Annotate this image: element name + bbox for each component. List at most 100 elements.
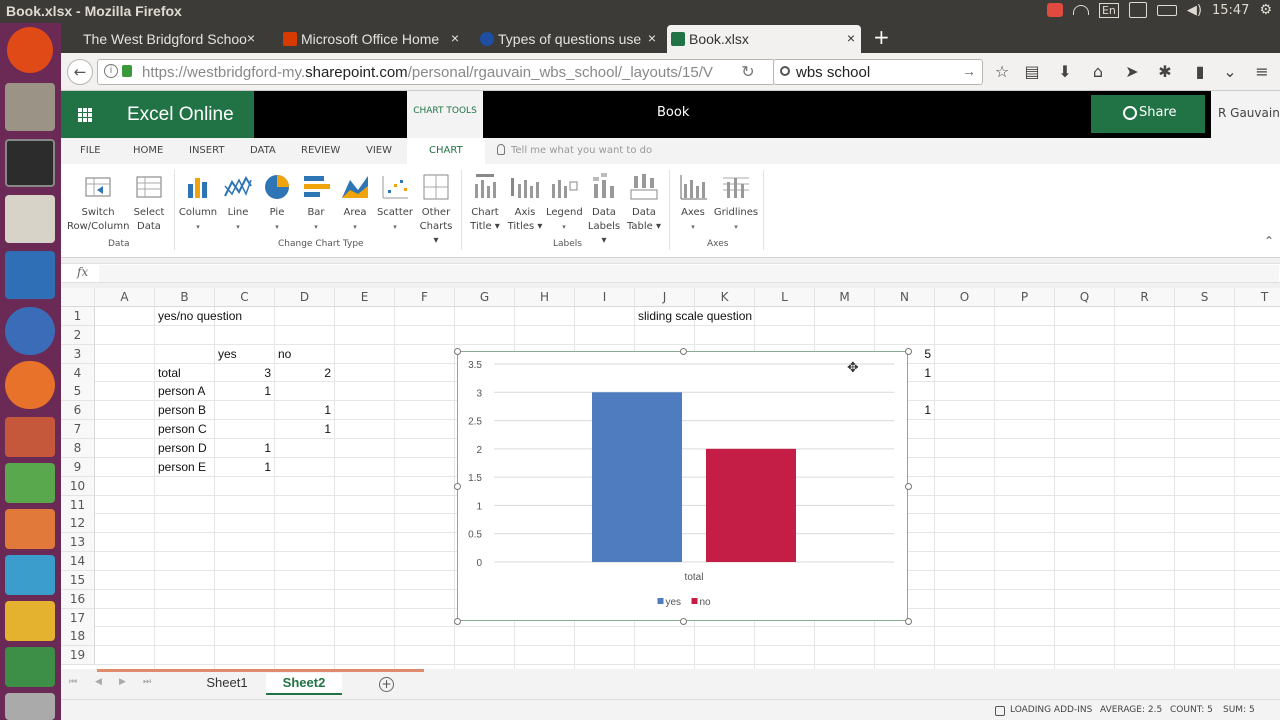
column-header[interactable]: C [215, 288, 275, 307]
select-data-button[interactable]: Select Data [131, 172, 167, 234]
sheet-tab-sheet1[interactable]: Sheet1 [189, 673, 265, 695]
spreadsheet-grid[interactable]: A B C D E F G H I J K L M N O P Q R S T 1 2 3 4 5 6 7 8 9 10 11 12 13 14 1… [61, 288, 1280, 669]
cell-b7[interactable]: person C [158, 420, 207, 439]
resize-handle[interactable] [454, 618, 461, 625]
other-charts-button[interactable]: Other Charts ▾ [416, 172, 456, 248]
sum-status[interactable]: SUM: 5 [1223, 705, 1255, 715]
first-sheet-icon[interactable]: ⏮ [69, 677, 77, 687]
thunderbird-icon[interactable] [5, 307, 55, 355]
row-header[interactable]: 4 [61, 363, 95, 383]
tab-file[interactable]: FILE [80, 145, 101, 156]
data-labels-button[interactable]: Data Labels ▾ [585, 172, 623, 248]
pocket-icon[interactable]: ⌄ [1221, 63, 1239, 81]
browser-tab-active[interactable]: Book.xlsx × [667, 25, 861, 53]
terminal-icon[interactable] [5, 139, 55, 187]
column-header[interactable]: R [1115, 288, 1175, 307]
search-go-icon[interactable]: → [962, 63, 976, 79]
cell-d3[interactable]: no [278, 345, 291, 364]
cell-d4[interactable]: 2 [275, 364, 331, 383]
column-header[interactable]: O [935, 288, 995, 307]
back-arrow-icon[interactable]: ← [67, 59, 93, 85]
bookmark-star-icon[interactable]: ☆ [993, 63, 1011, 81]
average-status[interactable]: AVERAGE: 2.5 [1100, 705, 1162, 715]
app-launcher-icon[interactable] [5, 509, 55, 549]
search-input[interactable]: wbs school → [773, 59, 983, 85]
column-header[interactable]: J [635, 288, 695, 307]
formula-input[interactable] [99, 265, 1279, 282]
tab-review[interactable]: REVIEW [301, 145, 340, 156]
legend-button[interactable]: Legend ▾ [546, 172, 583, 234]
column-header[interactable]: Q [1055, 288, 1115, 307]
column-header[interactable]: K [695, 288, 755, 307]
cell-b8[interactable]: person D [158, 439, 207, 458]
close-tab-icon[interactable]: × [847, 30, 855, 46]
column-header[interactable]: D [275, 288, 335, 307]
horizontal-scrollbar[interactable] [97, 669, 424, 672]
app-launcher-icon[interactable] [5, 601, 55, 641]
cell-b6[interactable]: person B [158, 401, 206, 420]
row-header[interactable]: 12 [61, 514, 95, 534]
app-launcher-icon[interactable] [5, 693, 55, 720]
clipboard-icon[interactable]: ▮ [1191, 63, 1209, 81]
share-button[interactable]: Share [1091, 95, 1205, 133]
clock[interactable]: 15:47 [1212, 3, 1249, 18]
resize-handle[interactable] [454, 483, 461, 490]
cell-b9[interactable]: person E [158, 458, 206, 477]
data-table-button[interactable]: Data Table ▾ [625, 172, 663, 234]
sheet-tab-sheet2[interactable]: Sheet2 [266, 673, 342, 695]
next-sheet-icon[interactable]: ▶ [119, 677, 126, 687]
wifi-icon[interactable] [1072, 5, 1089, 15]
resize-handle[interactable] [905, 348, 912, 355]
switch-row-column-button[interactable]: Switch Row/Column [67, 172, 129, 234]
impress-app-icon[interactable] [5, 417, 55, 457]
column-header[interactable]: B [155, 288, 215, 307]
row-header[interactable]: 13 [61, 533, 95, 553]
reading-list-icon[interactable]: ▤ [1023, 63, 1041, 81]
column-header[interactable]: P [995, 288, 1055, 307]
row-header[interactable]: 1 [61, 307, 95, 326]
extension-icon[interactable]: ✱ [1156, 63, 1174, 81]
ubuntu-dash-icon[interactable] [7, 27, 53, 73]
column-header[interactable]: A [95, 288, 155, 307]
row-header[interactable]: 11 [61, 495, 95, 515]
column-header[interactable]: G [455, 288, 515, 307]
text-editor-icon[interactable] [5, 195, 55, 243]
column-header[interactable]: E [335, 288, 395, 307]
row-header[interactable]: 18 [61, 627, 95, 647]
send-icon[interactable]: ➤ [1123, 63, 1141, 81]
keyboard-layout-indicator[interactable]: En [1098, 2, 1119, 18]
volume-icon[interactable]: ◀) [1187, 3, 1202, 18]
row-header[interactable]: 9 [61, 457, 95, 477]
reload-icon[interactable]: ↻ [739, 63, 757, 81]
workbook-name[interactable]: Book [657, 105, 689, 120]
url-bar[interactable]: i https://westbridgford-my.sharepoint.co… [97, 59, 775, 85]
line-chart-button[interactable]: Line ▾ [221, 172, 255, 234]
resize-handle[interactable] [680, 618, 687, 625]
tab-home[interactable]: HOME [133, 145, 163, 156]
cell-c3[interactable]: yes [218, 345, 237, 364]
row-header[interactable]: 3 [61, 344, 95, 364]
pie-chart-button[interactable]: Pie ▾ [260, 172, 294, 234]
close-tab-icon[interactable]: × [247, 30, 255, 46]
scatter-chart-button[interactable]: Scatter ▾ [375, 172, 415, 234]
axes-button[interactable]: Axes ▾ [675, 172, 711, 234]
file-manager-icon[interactable] [5, 83, 55, 131]
tab-insert[interactable]: INSERT [189, 145, 224, 156]
browser-tab[interactable]: Types of questions use × [476, 25, 662, 53]
count-status[interactable]: COUNT: 5 [1170, 705, 1213, 715]
info-icon[interactable]: i [104, 64, 118, 78]
cell-b4[interactable]: total [158, 364, 181, 383]
cell-c8[interactable]: 1 [215, 439, 271, 458]
collapse-ribbon-chevron-icon[interactable]: ⌃ [1264, 234, 1274, 248]
axis-titles-button[interactable]: Axis Titles ▾ [507, 172, 543, 234]
column-header[interactable]: H [515, 288, 575, 307]
cell-d6[interactable]: 1 [275, 401, 331, 420]
app-launcher-waffle-icon[interactable] [61, 91, 108, 138]
calc-app-icon[interactable] [5, 463, 55, 503]
row-header[interactable]: 17 [61, 608, 95, 628]
app-launcher-icon[interactable] [5, 647, 55, 687]
tab-view[interactable]: VIEW [366, 145, 392, 156]
resize-handle[interactable] [905, 483, 912, 490]
close-tab-icon[interactable]: × [648, 30, 656, 46]
row-header[interactable]: 6 [61, 401, 95, 421]
